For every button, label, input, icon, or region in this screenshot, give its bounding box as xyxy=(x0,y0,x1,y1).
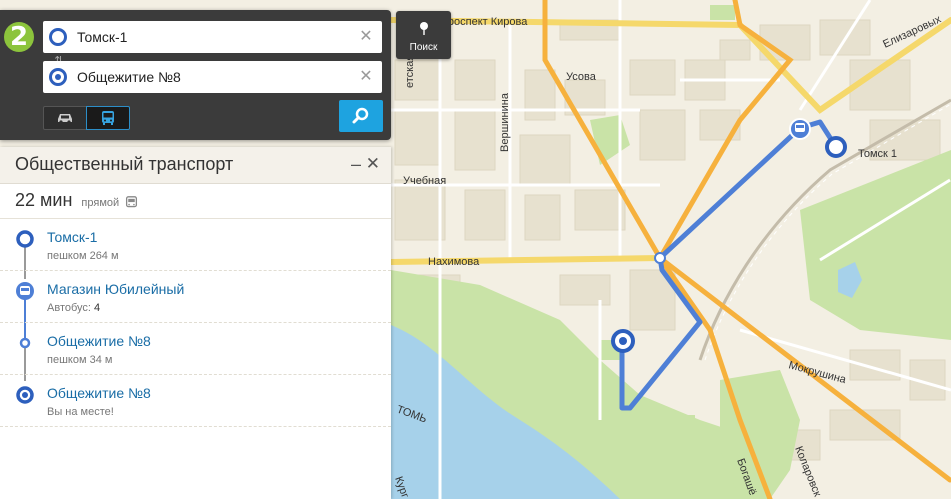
route-start-marker xyxy=(825,136,847,158)
step-subtitle: Автобус: 4 xyxy=(47,302,100,314)
station-label-tomsk1: Томск 1 xyxy=(858,148,897,160)
route-kind: прямой xyxy=(81,197,120,209)
transport-type: Автобус: xyxy=(47,302,91,314)
route-step[interactable]: Томск-1 пешком 264 м xyxy=(0,219,391,271)
route-search-panel: 2 ✕ ⇅ ✕ xyxy=(0,10,391,140)
street-label-vershinina: Вершинина xyxy=(499,92,511,152)
clear-to-button[interactable]: ✕ xyxy=(358,67,374,87)
street-label-uchebnaya: Учебная xyxy=(403,175,446,187)
pin-icon xyxy=(419,22,428,35)
end-point-icon xyxy=(49,68,67,86)
search-icon xyxy=(352,107,369,124)
step-subtitle: Вы на месте! xyxy=(47,406,114,418)
route-step[interactable]: Общежитие №8 Вы на месте! xyxy=(0,375,391,427)
start-point-icon xyxy=(16,230,34,248)
step-title[interactable]: Томск-1 xyxy=(47,229,97,245)
street-label-usova: Усова xyxy=(566,71,597,83)
bus-stop-marker xyxy=(789,118,811,140)
walk-dot-icon xyxy=(19,337,31,349)
route-duration: 22 мин xyxy=(15,190,73,210)
route-end-marker xyxy=(611,329,635,353)
route-search-button[interactable] xyxy=(339,100,383,132)
street-label-sovetskaya: етская xyxy=(404,55,416,88)
step-title[interactable]: Магазин Юбилейный xyxy=(47,281,184,297)
route-to-field[interactable]: ✕ xyxy=(43,61,382,93)
route-details-panel: Общественный транспорт – ✕ 22 мин прямой… xyxy=(0,147,391,499)
end-point-icon xyxy=(16,386,34,404)
car-icon xyxy=(58,114,72,124)
transport-mode-car-button[interactable] xyxy=(43,106,87,130)
street-label-nakhimova: Нахимова xyxy=(428,256,480,268)
bus-number: 4 xyxy=(94,302,101,314)
from-input[interactable] xyxy=(77,21,347,53)
step-title[interactable]: Общежитие №8 xyxy=(47,385,151,401)
route-step[interactable]: Магазин Юбилейный Автобус: 4 xyxy=(0,271,391,323)
step-title[interactable]: Общежитие №8 xyxy=(47,333,151,349)
clear-from-button[interactable]: ✕ xyxy=(358,27,374,47)
2gis-logo-icon[interactable]: 2 xyxy=(4,22,34,52)
route-summary[interactable]: 22 мин прямой xyxy=(15,190,138,218)
close-button[interactable]: ✕ xyxy=(366,154,380,174)
poisk-button[interactable]: Поиск xyxy=(396,11,451,59)
transport-mode-bus-button[interactable] xyxy=(86,106,130,130)
route-waypoint xyxy=(654,252,666,264)
bus-stop-icon xyxy=(16,282,34,300)
step-subtitle: пешком 264 м xyxy=(47,250,119,262)
minimize-button[interactable]: – xyxy=(351,154,361,175)
start-point-icon xyxy=(49,28,67,46)
route-from-field[interactable]: ✕ xyxy=(43,21,382,53)
step-subtitle: пешком 34 м xyxy=(47,354,113,366)
to-input[interactable] xyxy=(77,61,347,93)
route-steps-list: Томск-1 пешком 264 м Магазин Юбилейный А… xyxy=(0,219,391,427)
route-panel-header: Общественный транспорт – ✕ xyxy=(0,147,391,184)
street-label-kirova: Проспект Кирова xyxy=(440,16,528,28)
route-panel-title: Общественный транспорт xyxy=(15,154,234,174)
route-step[interactable]: Общежитие №8 пешком 34 м xyxy=(0,323,391,375)
bus-icon xyxy=(102,111,114,125)
poisk-label: Поиск xyxy=(409,42,438,53)
bus-icon xyxy=(126,196,138,208)
